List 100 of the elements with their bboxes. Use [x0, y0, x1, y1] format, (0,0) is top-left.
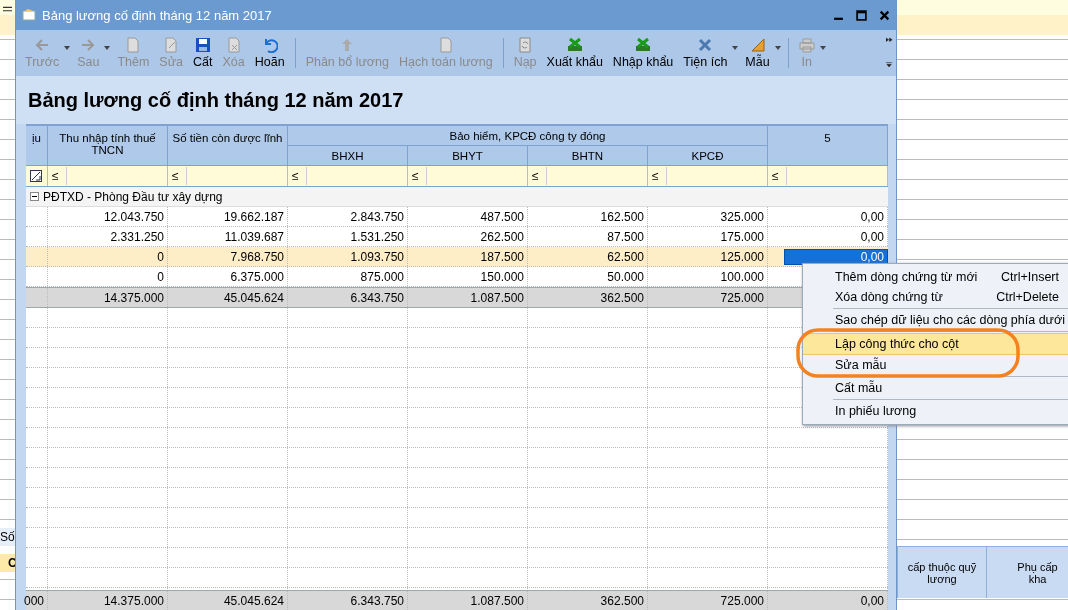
toolbar-button[interactable]: Mẫu: [740, 32, 775, 74]
table-cell: 0: [157, 269, 164, 284]
maximize-icon[interactable]: [856, 9, 867, 21]
menu-item[interactable]: Xóa dòng chứng từ Ctrl+Delete: [803, 287, 1068, 307]
ruler-icon: [749, 37, 766, 53]
menu-item[interactable]: In phiếu lương: [803, 401, 1068, 421]
caret-icon[interactable]: [64, 46, 71, 50]
table-cell: 1.093.750: [350, 249, 404, 264]
toolbar-button[interactable]: Cất: [188, 32, 218, 74]
window-title: Bảng lương cố định tháng 12 năm 2017: [42, 7, 273, 23]
filter-operator[interactable]: ≤: [172, 169, 186, 183]
table-cell: 162.500: [600, 209, 644, 224]
filter-operator[interactable]: ≤: [52, 169, 66, 183]
filter-icon[interactable]: [30, 170, 42, 182]
total-cell: 1.087.500: [470, 593, 524, 608]
printer-icon: [798, 37, 815, 53]
toolbar-button[interactable]: Hoãn: [249, 32, 290, 74]
table-cell: 0,00: [860, 250, 884, 264]
table-cell: 150.000: [480, 269, 524, 284]
table-cell: 0: [157, 249, 164, 264]
total-cell: 362.500: [600, 290, 644, 305]
total-cell: 725.000: [720, 290, 764, 305]
menu-item-label: In phiếu lương: [835, 404, 917, 418]
row-label: Số: [0, 528, 15, 546]
filter-operator[interactable]: ≤: [292, 169, 306, 183]
toolbar-button[interactable]: Nhập khẩu: [607, 32, 679, 74]
total-cell: 0,00: [860, 593, 884, 608]
table-cell: 100.000: [720, 269, 764, 284]
column-header[interactable]: Phụ cấp kha: [986, 547, 1068, 598]
table-cell: 487.500: [480, 209, 524, 224]
caret-icon[interactable]: [819, 46, 826, 50]
table-cell: 11.039.687: [224, 229, 284, 244]
shortcut-label: Ctrl+Insert: [1001, 270, 1059, 284]
overflow-icon[interactable]: [886, 34, 893, 70]
table-cell: 19.662.187: [223, 209, 284, 224]
menu-item[interactable]: Sao chép dữ liệu cho các dòng phía dưới: [803, 310, 1068, 330]
total-cell: 725.000: [720, 593, 764, 608]
window-icon: [22, 8, 36, 22]
filter-operator[interactable]: ≤: [532, 169, 546, 183]
table-cell: 6.375.000: [230, 269, 284, 284]
close-icon[interactable]: [879, 9, 890, 21]
table-cell: 87.500: [607, 229, 644, 244]
caret-icon[interactable]: [732, 46, 739, 50]
total-cell: 1.087.500: [470, 290, 524, 305]
table-cell: 0,00: [860, 229, 884, 244]
cell-editor[interactable]: 0,00: [784, 249, 888, 265]
spreadsheet-icon: [566, 37, 583, 53]
menu-item-label: Thêm dòng chứng từ mới: [835, 270, 978, 284]
group-label: PĐTXD - Phòng Đầu tư xây dựng: [43, 189, 223, 204]
document-icon: [437, 37, 454, 53]
right-arrow-icon: [80, 37, 97, 53]
document-icon: [125, 37, 142, 53]
caret-icon[interactable]: [774, 46, 781, 50]
table-cell: 50.000: [607, 269, 644, 284]
filter-operator[interactable]: ≤: [772, 169, 786, 183]
column-group-header: Bảo hiểm, KPCĐ công ty đóng: [288, 126, 768, 146]
table-cell: 325.000: [720, 209, 764, 224]
collapse-icon[interactable]: [30, 192, 39, 201]
save-icon: [194, 37, 211, 53]
total-cell: 6.343.750: [350, 290, 404, 305]
menu-item-label: Lập công thức cho cột: [835, 337, 959, 351]
toolbar-button[interactable]: Tiện ích: [678, 32, 733, 74]
table-cell: 12.043.750: [103, 209, 164, 224]
table-cell: 187.500: [480, 249, 524, 264]
table-cell: 7.968.750: [230, 249, 284, 264]
menu-item-label: Sửa mẫu: [835, 358, 887, 372]
table-cell: 262.500: [480, 229, 524, 244]
table-cell: 62.500: [607, 249, 644, 264]
table-cell: 0,00: [860, 209, 884, 224]
total-cell: 362.500: [600, 593, 644, 608]
table-cell: 2.843.750: [350, 209, 404, 224]
menu-item-label: Sao chép dữ liệu cho các dòng phía dưới: [835, 313, 1065, 327]
total-cell: 45.045.624: [223, 290, 284, 305]
menu-item-label: Xóa dòng chứng từ: [835, 290, 943, 304]
edit-icon: [163, 37, 180, 53]
caret-icon[interactable]: [104, 46, 111, 50]
menu-item-label: Cất mẫu: [835, 381, 883, 395]
spreadsheet-icon: [635, 37, 652, 53]
filter-operator[interactable]: ≤: [412, 169, 426, 183]
menu-icon[interactable]: [3, 6, 12, 12]
total-cell: 6.343.750: [350, 593, 404, 608]
page-heading: Bảng lương cố định tháng 12 năm 2017: [28, 88, 404, 112]
table-cell: 175.000: [720, 229, 764, 244]
shortcut-label: Ctrl+Delete: [996, 290, 1059, 304]
table-cell: 1.531.250: [350, 229, 404, 244]
total-cell: 000: [23, 593, 44, 608]
left-arrow-icon: [34, 37, 51, 53]
total-cell: 14.375.000: [103, 593, 164, 608]
table-cell: 125.000: [720, 249, 764, 264]
menu-item[interactable]: Sửa mẫu: [803, 355, 1068, 375]
menu-item[interactable]: Thêm dòng chứng từ mới Ctrl+Insert: [803, 267, 1068, 287]
delete-icon: [225, 37, 242, 53]
total-cell: 45.045.624: [223, 593, 284, 608]
menu-item[interactable]: Lập công thức cho cột: [803, 333, 1068, 355]
table-cell: 2.331.250: [110, 229, 164, 244]
reload-icon: [517, 37, 534, 53]
toolbar-button[interactable]: Xuất khẩu: [541, 32, 608, 74]
table-cell: 875.000: [360, 269, 404, 284]
filter-operator[interactable]: ≤: [652, 169, 666, 183]
menu-item[interactable]: Cất mẫu: [803, 378, 1068, 398]
